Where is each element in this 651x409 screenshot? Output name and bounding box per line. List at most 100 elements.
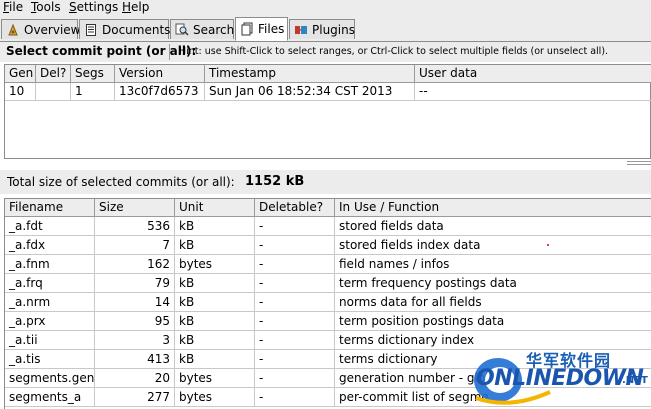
tab-files-label: Files [258, 22, 285, 36]
files-col-header[interactable]: In Use / Function [335, 199, 651, 217]
file-cell[interactable]: - [255, 369, 335, 388]
total-size-label: Total size of selected commits (or all): [7, 175, 235, 189]
tab-documents[interactable]: Documents [79, 19, 171, 39]
overview-icon [6, 23, 20, 37]
tab-plugins-label: Plugins [312, 22, 355, 37]
tab-strip: Overview Documents Search Files Plugins [0, 16, 651, 42]
menu-label-rest: elp [131, 0, 150, 14]
file-cell[interactable]: _a.tii [5, 331, 95, 350]
file-cell[interactable]: - [255, 274, 335, 293]
commit-col-header[interactable]: Gen [5, 65, 36, 83]
commit-cell[interactable]: Sun Jan 06 18:52:34 CST 2013 [205, 83, 415, 101]
file-cell[interactable]: 536 [95, 217, 175, 236]
file-cell[interactable]: segments_a [5, 388, 95, 407]
file-cell[interactable]: 413 [95, 350, 175, 369]
commit-col-header[interactable]: User data [415, 65, 651, 83]
file-cell[interactable]: _a.fdt [5, 217, 95, 236]
file-cell[interactable]: - [255, 293, 335, 312]
tab-files[interactable]: Files [235, 17, 288, 41]
document-icon [84, 23, 98, 37]
files-col-header[interactable]: Size [95, 199, 175, 217]
file-cell[interactable]: 3 [95, 331, 175, 350]
tab-documents-label: Documents [102, 22, 171, 37]
file-cell[interactable]: - [255, 217, 335, 236]
total-size-value: 1152 kB [245, 174, 305, 189]
commit-cell[interactable]: 10 [5, 83, 36, 101]
menu-bar: File Tools Settings Help [0, 0, 651, 16]
commit-cell[interactable]: 1 [71, 83, 115, 101]
file-cell[interactable]: - [255, 312, 335, 331]
file-cell[interactable]: bytes [175, 255, 255, 274]
file-cell[interactable]: - [255, 331, 335, 350]
search-icon [175, 23, 189, 37]
files-icon [240, 22, 254, 36]
files-col-header[interactable]: Deletable? [255, 199, 335, 217]
tab-overview-label: Overview [24, 22, 81, 37]
tab-search-label: Search [193, 22, 235, 37]
file-cell[interactable]: _a.frq [5, 274, 95, 293]
commit-table[interactable]: Gen Del? Segs Version Timestamp User data 10 1 1… [4, 64, 651, 159]
menu-label-rest: ile [9, 0, 24, 14]
file-cell[interactable]: segments.gen [5, 369, 95, 388]
file-cell[interactable]: term position postings data [335, 312, 651, 331]
commit-cell[interactable] [36, 83, 71, 101]
file-cell[interactable]: - [255, 255, 335, 274]
file-cell[interactable]: 14 [95, 293, 175, 312]
file-cell[interactable]: _a.fdx [5, 236, 95, 255]
file-cell[interactable]: kB [175, 350, 255, 369]
commit-bar: Select commit point (or all): Hint: use … [0, 42, 651, 62]
commit-col-header[interactable]: Del? [36, 65, 71, 83]
files-col-header[interactable]: Filename [5, 199, 95, 217]
file-cell[interactable]: bytes [175, 388, 255, 407]
separator [169, 44, 170, 60]
menu-settings[interactable]: Settings [69, 0, 118, 15]
file-cell[interactable]: _a.fnm [5, 255, 95, 274]
file-cell[interactable]: _a.tis [5, 350, 95, 369]
file-cell[interactable]: kB [175, 331, 255, 350]
file-cell[interactable]: - [255, 350, 335, 369]
file-cell[interactable]: stored fields index data [335, 236, 651, 255]
file-cell[interactable]: 162 [95, 255, 175, 274]
commit-cell[interactable]: 13c0f7d6573 [115, 83, 205, 101]
file-cell[interactable]: 277 [95, 388, 175, 407]
split-pane-divider[interactable] [627, 161, 651, 165]
watermark-en-text: ONLINEDOWN [476, 366, 644, 391]
files-col-header[interactable]: Unit [175, 199, 255, 217]
file-cell[interactable]: norms data for all fields [335, 293, 651, 312]
file-cell[interactable]: kB [175, 293, 255, 312]
file-cell[interactable]: 20 [95, 369, 175, 388]
file-cell[interactable]: kB [175, 217, 255, 236]
stray-dot [547, 244, 549, 246]
commit-cell[interactable]: -- [415, 83, 651, 101]
menu-label-rest: ools [36, 0, 61, 14]
file-cell[interactable]: 95 [95, 312, 175, 331]
file-cell[interactable]: _a.prx [5, 312, 95, 331]
file-cell[interactable]: 79 [95, 274, 175, 293]
commit-col-header[interactable]: Version [115, 65, 205, 83]
menu-help[interactable]: Help [122, 0, 149, 15]
file-cell[interactable]: _a.nrm [5, 293, 95, 312]
file-cell[interactable]: kB [175, 274, 255, 293]
file-cell[interactable]: term frequency postings data [335, 274, 651, 293]
plugins-icon [294, 23, 308, 37]
tab-overview[interactable]: Overview [1, 19, 81, 39]
commit-col-header[interactable]: Segs [71, 65, 115, 83]
watermark-net-text: .NET [622, 375, 648, 386]
total-bar: Total size of selected commits (or all):… [0, 170, 651, 194]
file-cell[interactable]: - [255, 236, 335, 255]
file-cell[interactable]: 7 [95, 236, 175, 255]
file-cell[interactable]: - [255, 388, 335, 407]
commit-point-label: Select commit point (or all): [6, 44, 197, 58]
file-cell[interactable]: bytes [175, 369, 255, 388]
file-cell[interactable]: kB [175, 236, 255, 255]
tab-plugins[interactable]: Plugins [289, 19, 355, 39]
menu-tools[interactable]: Tools [31, 0, 61, 15]
commit-col-header[interactable]: Timestamp [205, 65, 415, 83]
onlinedown-watermark: 华军软件园 ONLINEDOWN .NET [470, 340, 651, 409]
menu-file[interactable]: File [3, 0, 23, 15]
file-cell[interactable]: field names / infos [335, 255, 651, 274]
file-cell[interactable]: stored fields data [335, 217, 651, 236]
tab-search[interactable]: Search [170, 19, 234, 39]
file-cell[interactable]: kB [175, 312, 255, 331]
hint-text: Hint: use Shift-Click to select ranges, … [179, 46, 609, 57]
